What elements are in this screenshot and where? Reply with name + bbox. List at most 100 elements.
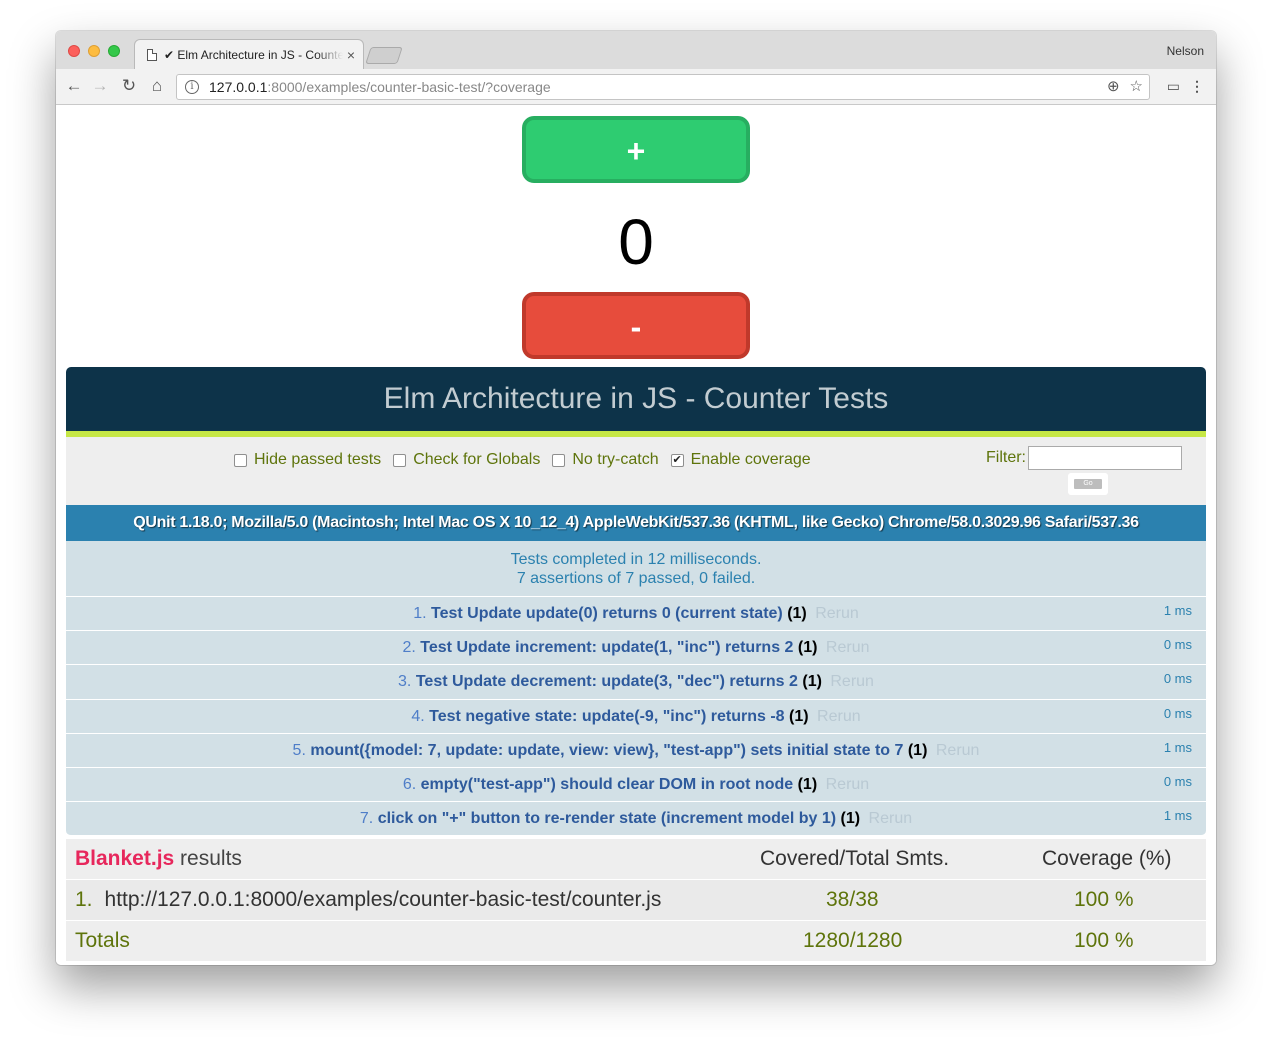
test-runtime: 1 ms bbox=[1163, 603, 1192, 618]
close-window-button[interactable] bbox=[68, 45, 80, 57]
url-path: :8000/examples/counter-basic-test/?cover… bbox=[267, 79, 551, 95]
qunit-title-suffix: - Counter Tests bbox=[677, 382, 889, 415]
minimize-window-button[interactable] bbox=[88, 45, 100, 57]
browser-tab[interactable]: ✔ Elm Architecture in JS - Counter Tests… bbox=[134, 39, 364, 69]
blanket-brand[interactable]: Blanket.js bbox=[75, 847, 174, 870]
rerun-link[interactable]: Rerun bbox=[817, 708, 861, 725]
test-assert-count: (1) bbox=[787, 605, 807, 622]
cast-icon[interactable]: ▭ bbox=[1167, 78, 1180, 95]
go-button[interactable]: Go bbox=[1068, 473, 1108, 495]
zoom-window-button[interactable] bbox=[108, 45, 120, 57]
option-label: Hide passed tests bbox=[254, 451, 382, 468]
test-name[interactable]: mount({model: 7, update: update, view: v… bbox=[310, 742, 903, 759]
test-number: 7. bbox=[359, 810, 374, 828]
rerun-link[interactable]: Rerun bbox=[830, 673, 874, 690]
rerun-link[interactable]: Rerun bbox=[826, 776, 870, 793]
summary-assertions: 7 assertions of 7 passed, 0 failed. bbox=[516, 570, 756, 587]
option-checkbox[interactable] bbox=[393, 453, 407, 467]
reload-icon[interactable]: ↻ bbox=[118, 75, 140, 97]
blanket-file-row[interactable]: 1. http://127.0.0.1:8000/examples/counter… bbox=[66, 880, 1206, 921]
info-icon[interactable]: i bbox=[185, 80, 199, 94]
rerun-link[interactable]: Rerun bbox=[815, 605, 859, 622]
test-assert-count: (1) bbox=[797, 639, 818, 657]
tab-strip: ✔ Elm Architecture in JS - Counter Tests… bbox=[56, 31, 1216, 69]
page-content: + 0 - Elm Architecture in JS - Counter T… bbox=[56, 106, 1216, 965]
filter-input[interactable] bbox=[1028, 446, 1182, 470]
document-icon bbox=[147, 48, 157, 61]
test-summary: Tests completed in 12 milliseconds. 7 as… bbox=[66, 541, 1206, 597]
rerun-link[interactable]: Rerun bbox=[869, 810, 913, 827]
option-checkbox[interactable] bbox=[234, 453, 247, 467]
increment-button[interactable]: + bbox=[522, 116, 750, 183]
test-assert-count: (1) bbox=[789, 707, 809, 725]
test-row[interactable]: 6. empty("test-app") should clear DOM in… bbox=[66, 767, 1206, 803]
option-2[interactable]: No try-catch bbox=[552, 451, 659, 469]
option-label: Enable coverage bbox=[690, 451, 811, 468]
url-text[interactable]: 127.0.0.1:8000/examples/counter-basic-te… bbox=[209, 79, 551, 95]
test-name[interactable]: empty("test-app") should clear DOM in ro… bbox=[421, 776, 794, 793]
new-tab-button[interactable] bbox=[365, 47, 403, 64]
tab-close-icon[interactable]: × bbox=[347, 48, 355, 62]
address-bar[interactable]: i 127.0.0.1:8000/examples/counter-basic-… bbox=[176, 74, 1150, 100]
file-covered: 38/38 bbox=[826, 888, 879, 911]
test-runtime: 1 ms bbox=[1163, 739, 1192, 755]
forward-arrow-icon[interactable]: → bbox=[89, 75, 111, 97]
browser-window: ✔ Elm Architecture in JS - Counter Tests… bbox=[56, 31, 1216, 965]
qunit-title-prefix[interactable]: Elm Architecture in JS bbox=[384, 382, 677, 415]
profile-name[interactable]: Nelson bbox=[1167, 44, 1204, 58]
test-row[interactable]: 2. Test Update increment: update(1, "inc… bbox=[66, 631, 1206, 666]
test-number: 3. bbox=[398, 673, 412, 691]
covered-column-header: Covered/Total Smts. bbox=[760, 847, 950, 870]
option-label: Check for Globals bbox=[413, 451, 541, 468]
test-runtime: 0 ms bbox=[1163, 637, 1192, 653]
option-0[interactable]: Hide passed tests bbox=[234, 451, 381, 469]
test-assert-count: (1) bbox=[907, 741, 928, 759]
url-host: 127.0.0.1 bbox=[209, 79, 268, 95]
test-assert-count: (1) bbox=[840, 810, 861, 828]
go-label: Go bbox=[1074, 479, 1102, 489]
option-checkbox[interactable]: ✔ bbox=[670, 453, 684, 467]
totals-coverage: 100 % bbox=[1074, 929, 1134, 952]
decrement-button[interactable]: - bbox=[522, 292, 750, 359]
bookmark-star-icon[interactable]: ☆ bbox=[1130, 77, 1143, 95]
qunit-header: Elm Architecture in JS - Counter Tests bbox=[66, 367, 1206, 431]
menu-dots-icon[interactable]: ⋮ bbox=[1190, 78, 1204, 95]
zoom-icon[interactable]: ⊕ bbox=[1107, 77, 1120, 95]
blanket-totals-row: Totals 1280/1280 100 % bbox=[66, 921, 1206, 962]
test-row[interactable]: 7. click on "+" button to re-render stat… bbox=[66, 802, 1206, 837]
test-runtime: 0 ms bbox=[1163, 705, 1192, 721]
blanket-header-row: Blanket.js results Covered/Total Smts. C… bbox=[66, 839, 1206, 880]
blanket-title: Blanket.js results bbox=[75, 839, 242, 879]
totals-covered: 1280/1280 bbox=[803, 929, 903, 952]
test-row[interactable]: 1. Test Update update(0) returns 0 (curr… bbox=[66, 597, 1206, 632]
qunit-toolbar: Hide passed tests Check for Globals No try… bbox=[66, 437, 1206, 505]
test-row[interactable]: 5. mount({model: 7, update: update, view… bbox=[66, 733, 1206, 768]
rerun-link[interactable]: Rerun bbox=[826, 639, 870, 656]
file-number: 1. bbox=[75, 888, 93, 911]
test-row[interactable]: 4. Test negative state: update(-9, "inc"… bbox=[66, 699, 1206, 734]
option-3[interactable]: ✔ Enable coverage bbox=[670, 451, 811, 469]
test-number: 2. bbox=[402, 639, 416, 657]
counter-value: 0 bbox=[618, 206, 654, 278]
test-runtime: 0 ms bbox=[1163, 671, 1192, 687]
test-number: 4. bbox=[411, 707, 425, 725]
file-coverage: 100 % bbox=[1074, 888, 1134, 911]
option-checkbox[interactable] bbox=[552, 453, 566, 467]
test-number: 1. bbox=[413, 605, 427, 622]
back-arrow-icon[interactable]: ← bbox=[63, 75, 85, 97]
test-runtime: 0 ms bbox=[1163, 773, 1192, 789]
test-name[interactable]: Test Update update(0) returns 0 (current… bbox=[431, 605, 783, 622]
qunit-options: Hide passed tests Check for Globals No try… bbox=[234, 451, 811, 469]
test-name[interactable]: Test negative state: update(-9, "inc") r… bbox=[429, 708, 784, 725]
blanket-results-label: results bbox=[174, 847, 242, 870]
test-name[interactable]: Test Update decrement: update(3, "dec") … bbox=[416, 673, 798, 690]
home-icon[interactable]: ⌂ bbox=[146, 75, 168, 97]
test-name[interactable]: click on "+" button to re-render state (… bbox=[378, 810, 836, 827]
test-assert-count: (1) bbox=[797, 775, 818, 793]
option-1[interactable]: Check for Globals bbox=[393, 451, 540, 469]
rerun-link[interactable]: Rerun bbox=[936, 742, 980, 759]
file-path: http://127.0.0.1:8000/examples/counter-b… bbox=[104, 888, 662, 911]
test-row[interactable]: 3. Test Update decrement: update(3, "dec… bbox=[66, 665, 1206, 700]
test-name[interactable]: Test Update increment: update(1, "inc") … bbox=[420, 639, 793, 656]
file-name[interactable]: 1. http://127.0.0.1:8000/examples/counter… bbox=[75, 880, 661, 920]
